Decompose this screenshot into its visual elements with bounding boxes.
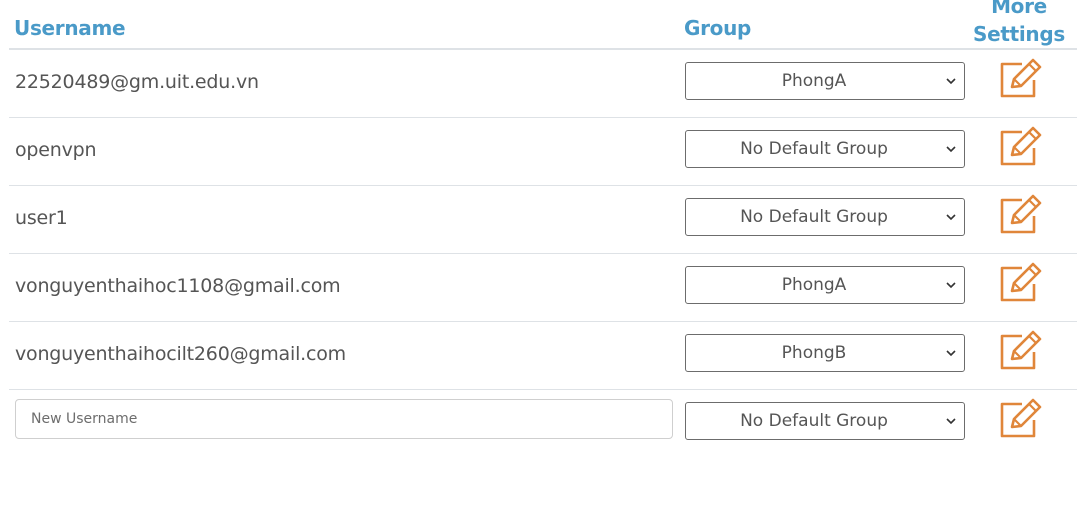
group-select-value: PhongA <box>781 71 847 91</box>
table-header: Username Group More Settings <box>9 0 1077 50</box>
group-select-value: No Default Group <box>740 207 888 227</box>
column-header-username: Username <box>14 16 126 40</box>
chevron-down-icon <box>946 418 956 425</box>
edit-icon[interactable] <box>997 192 1045 236</box>
username-cell: 22520489@gm.uit.edu.vn <box>15 71 259 93</box>
edit-icon[interactable] <box>997 260 1045 304</box>
group-select[interactable]: No Default Group <box>685 198 965 236</box>
users-table: Username Group More Settings 22520489@gm… <box>9 0 1077 458</box>
new-user-group-select[interactable]: No Default Group <box>685 402 965 440</box>
group-select-value: PhongA <box>781 275 847 295</box>
group-select[interactable]: PhongB <box>685 334 965 372</box>
table-row: vonguyenthaihocilt260@gmail.com PhongB <box>9 322 1077 390</box>
chevron-down-icon <box>946 350 956 357</box>
group-select-value: No Default Group <box>740 411 888 431</box>
chevron-down-icon <box>946 78 956 85</box>
group-select-value: No Default Group <box>740 139 888 159</box>
table-row: openvpn No Default Group <box>9 118 1077 186</box>
new-username-input[interactable] <box>15 399 673 439</box>
table-row: 22520489@gm.uit.edu.vn PhongA <box>9 50 1077 118</box>
column-header-more-settings: More Settings <box>972 0 1065 46</box>
table-row: user1 No Default Group <box>9 186 1077 254</box>
edit-icon[interactable] <box>997 124 1045 168</box>
username-cell: vonguyenthaihocilt260@gmail.com <box>15 343 346 365</box>
column-header-group: Group <box>684 16 752 40</box>
new-user-row: No Default Group <box>9 390 1077 458</box>
group-select[interactable]: PhongA <box>685 266 965 304</box>
table-row: vonguyenthaihoc1108@gmail.com PhongA <box>9 254 1077 322</box>
edit-icon[interactable] <box>997 396 1045 440</box>
edit-icon[interactable] <box>997 328 1045 372</box>
chevron-down-icon <box>946 282 956 289</box>
chevron-down-icon <box>946 214 956 221</box>
group-select[interactable]: PhongA <box>685 62 965 100</box>
group-select[interactable]: No Default Group <box>685 130 965 168</box>
chevron-down-icon <box>946 146 956 153</box>
group-select-value: PhongB <box>781 343 847 363</box>
username-cell: user1 <box>15 207 68 229</box>
edit-icon[interactable] <box>997 56 1045 100</box>
username-cell: vonguyenthaihoc1108@gmail.com <box>15 275 341 297</box>
username-cell: openvpn <box>15 139 97 161</box>
